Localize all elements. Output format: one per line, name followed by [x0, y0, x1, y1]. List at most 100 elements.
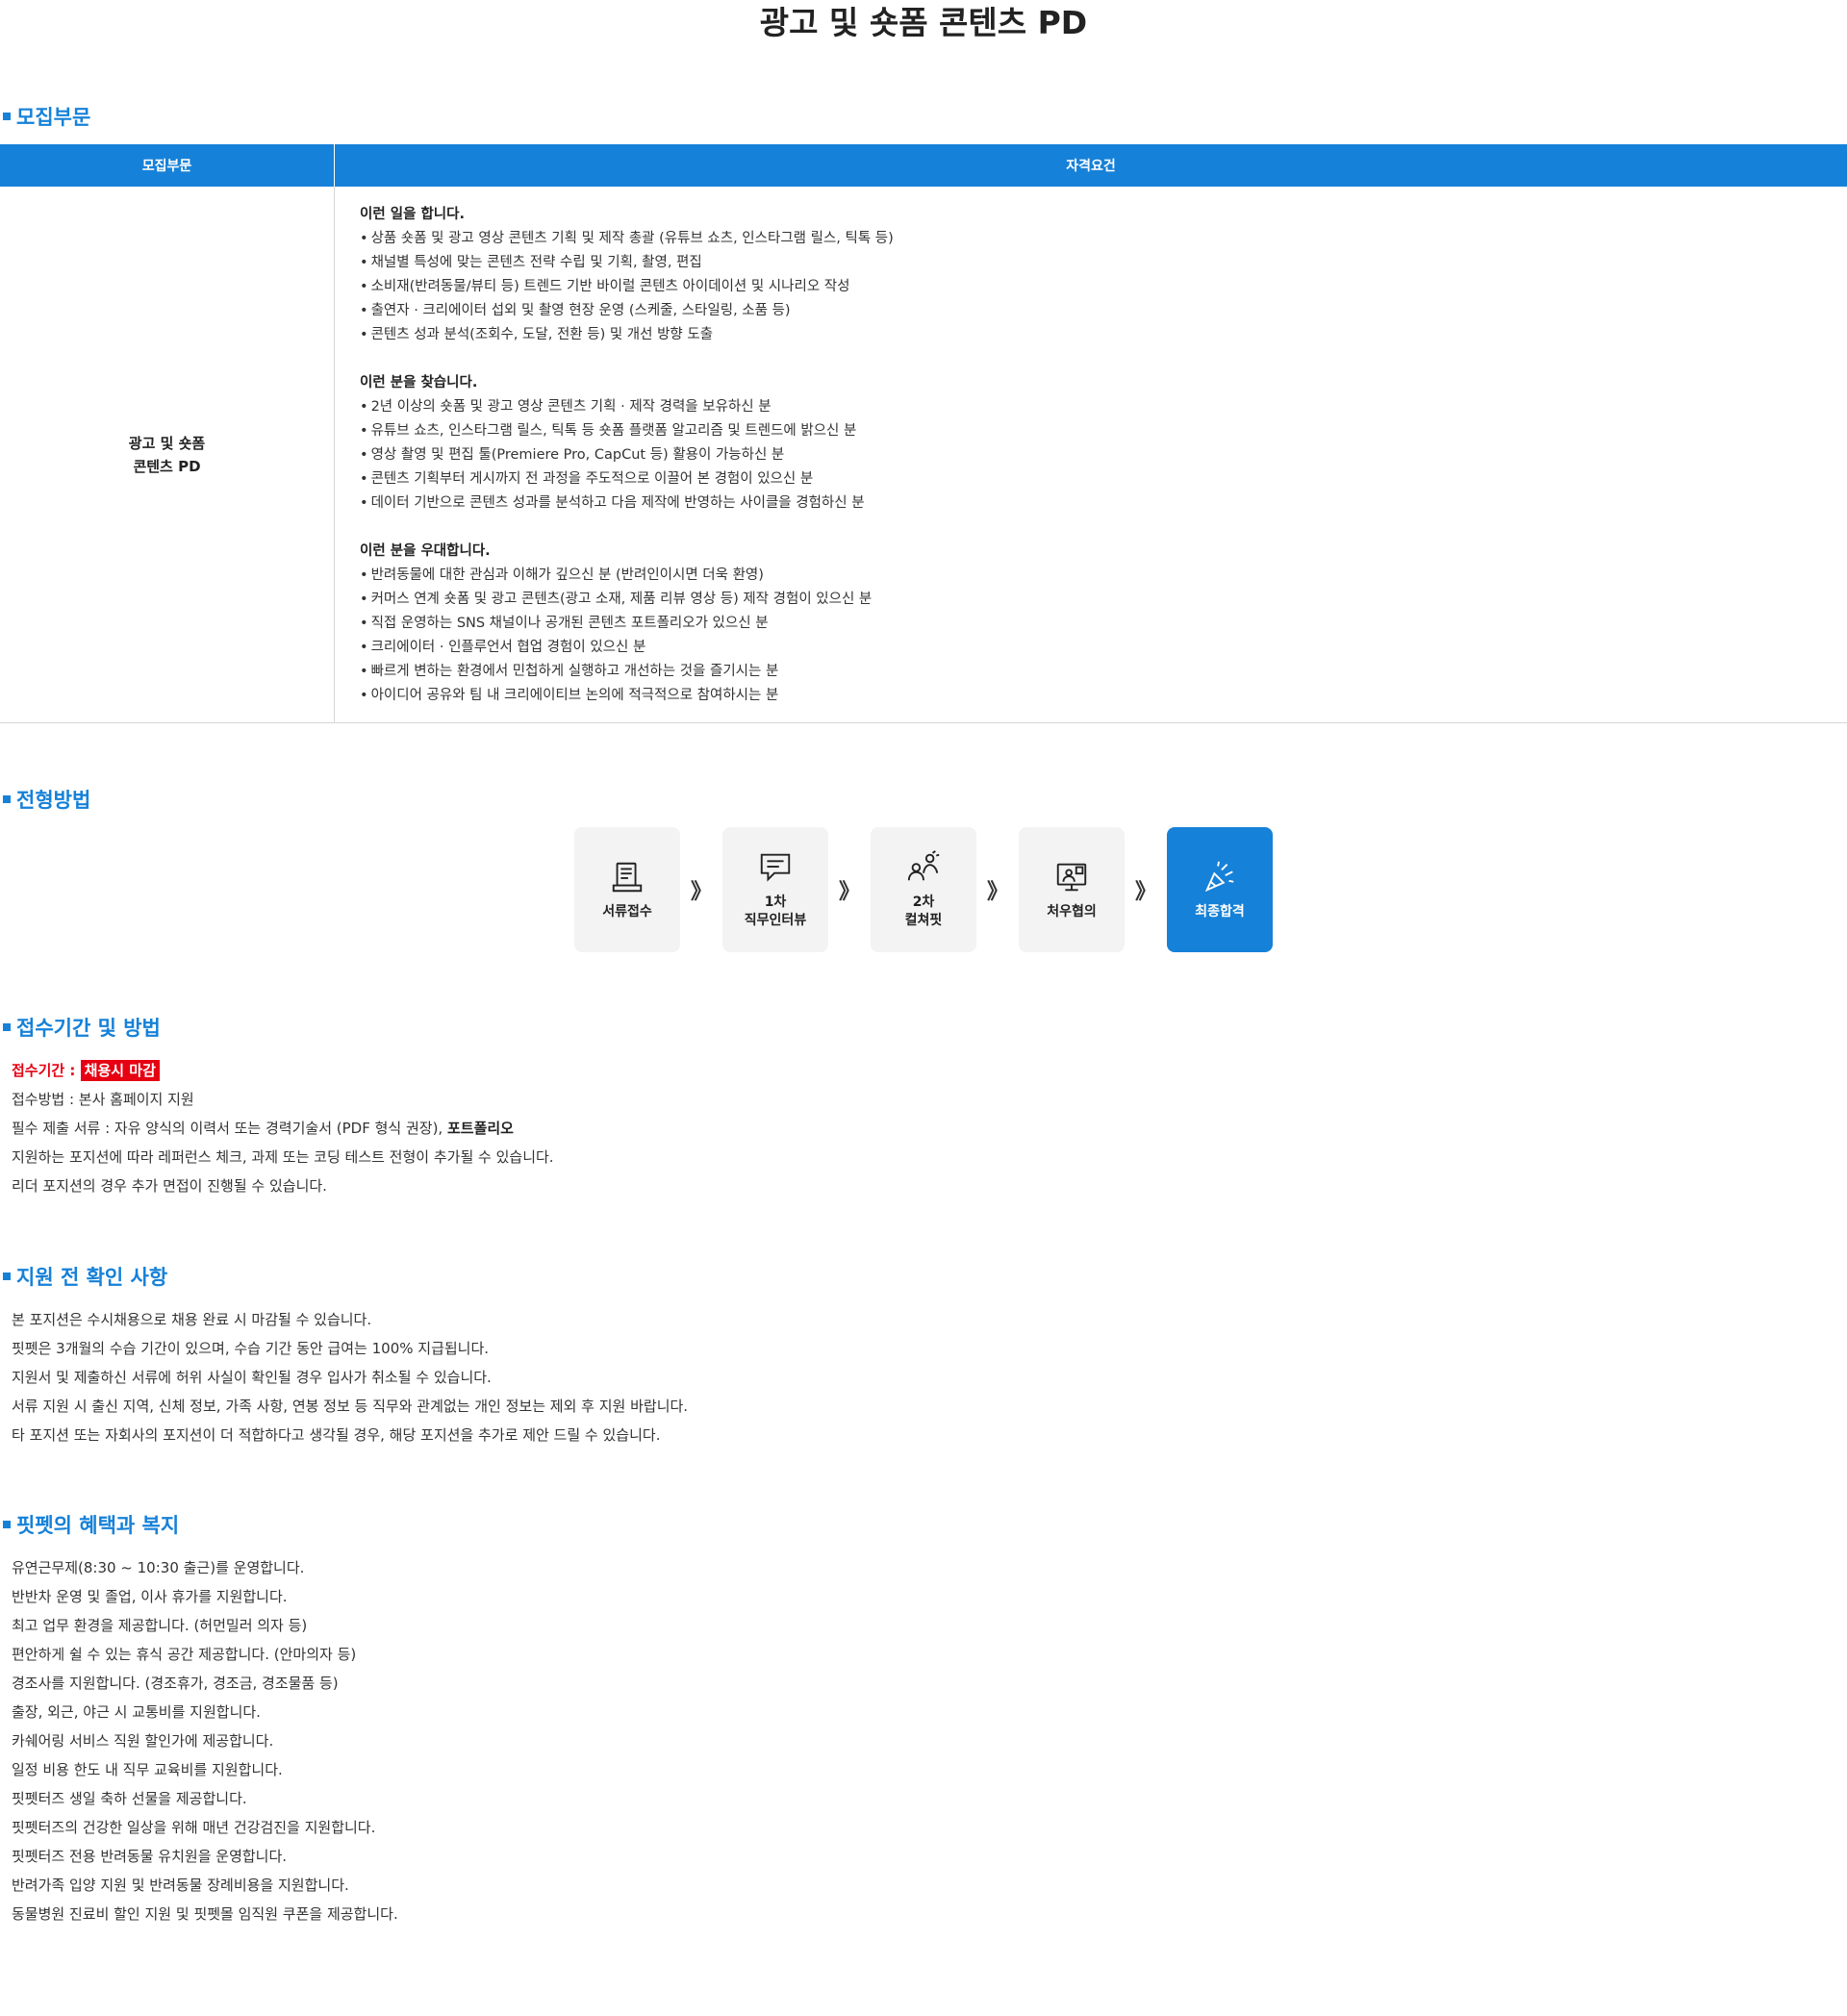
list-item: 직접 운영하는 SNS 채널이나 공개된 콘텐츠 포트폴리오가 있으신 분 — [360, 612, 1846, 636]
list-item: 소비재(반려동물/뷰티 등) 트렌드 기반 바이럴 콘텐츠 아이데이션 및 시나… — [360, 275, 1846, 299]
section-bullet-icon — [3, 1273, 11, 1280]
list-item: 콘텐츠 기획부터 게시까지 전 과정을 주도적으로 이끌어 본 경험이 있으신 … — [360, 467, 1846, 491]
step-interview: 1차 직무인터뷰 — [722, 827, 828, 952]
requirement-group: 이런 일을 합니다. 상품 숏폼 및 광고 영상 콘텐츠 기획 및 제작 총괄 (… — [360, 203, 1846, 347]
status-badge: 채용시 마감 — [80, 1060, 160, 1081]
list-item: 출연자 · 크리에이터 섭외 및 촬영 현장 운영 (스케줄, 스타일링, 소품… — [360, 299, 1846, 323]
list-item: 편안하게 쉴 수 있는 휴식 공간 제공합니다. (안마의자 등) — [12, 1646, 357, 1663]
section-title-notice: 지원 전 확인 사항 — [0, 1262, 167, 1291]
table-row: 광고 및 숏폼 콘텐츠 PD 이런 일을 합니다. 상품 숏폼 및 광고 영상 콘… — [0, 187, 1847, 723]
apply-info: 접수기간 : 채용시 마감 접수방법 : 본사 홈페이지 지원 필수 제출 서류… — [12, 1056, 554, 1200]
celebration-icon — [1204, 861, 1234, 892]
process-steps: 서류접수 》 1차 직무인터뷰 》 2차 컬쳐핏 》 처우협의 》 최종합격 — [574, 827, 1273, 952]
benefit-list: 유연근무제(8:30 ~ 10:30 출근)를 운영합니다. 반반차 운영 및 졸… — [12, 1553, 398, 1928]
step-label: 서류접수 — [602, 903, 652, 920]
list-item: 2년 이상의 숏폼 및 광고 영상 콘텐츠 기획 · 제작 경력을 보유하신 분 — [360, 395, 1846, 419]
notice-list: 본 포지션은 수시채용으로 채용 완료 시 마감될 수 있습니다. 핏펫은 3개월… — [12, 1305, 688, 1449]
position-name-line2: 콘텐츠 PD — [133, 457, 201, 475]
apply-documents: 필수 제출 서류 : 자유 양식의 이력서 또는 경력기술서 (PDF 형식 권… — [12, 1114, 554, 1143]
step-negotiation: 처우협의 — [1019, 827, 1125, 952]
document-icon — [612, 862, 643, 892]
list-item: 지원서 및 제출하신 서류에 허위 사실이 확인될 경우 입사가 취소될 수 있… — [12, 1369, 492, 1386]
requirement-group-title: 이런 분을 찾습니다. — [360, 375, 478, 391]
section-title-apply: 접수기간 및 방법 — [0, 1013, 161, 1042]
step-document: 서류접수 — [574, 827, 680, 952]
apply-documents-portfolio: 포트폴리오 — [446, 1120, 514, 1137]
list-item: 영상 촬영 및 편집 툴(Premiere Pro, CapCut 등) 활용이… — [360, 443, 1846, 467]
list-item: 카쉐어링 서비스 직원 할인가에 제공합니다. — [12, 1732, 274, 1750]
step-label: 2차 — [912, 895, 935, 910]
list-item: 반반차 운영 및 졸업, 이사 휴가를 지원합니다. — [12, 1588, 288, 1605]
list-item: 커머스 연계 숏폼 및 광고 콘텐츠(광고 소재, 제품 리뷰 영상 등) 제작… — [360, 588, 1846, 612]
section-title-recruit: 모집부문 — [0, 102, 90, 131]
column-header-position: 모집부문 — [0, 144, 335, 187]
people-icon — [907, 850, 940, 881]
list-item: 크리에이터 · 인플루언서 협업 경험이 있으신 분 — [360, 636, 1846, 660]
section-bullet-icon — [3, 1023, 11, 1031]
list-item: 일정 비용 한도 내 직무 교육비를 지원합니다. — [12, 1761, 283, 1778]
section-title-text: 지원 전 확인 사항 — [16, 1266, 168, 1289]
section-bullet-icon — [3, 113, 11, 120]
list-item: 채널별 특성에 맞는 콘텐츠 전략 수립 및 기획, 촬영, 편집 — [360, 251, 1846, 275]
list-item: 콘텐츠 성과 분석(조회수, 도달, 전환 등) 및 개선 방향 도출 — [360, 323, 1846, 347]
monitor-person-icon — [1056, 863, 1087, 891]
recruit-table: 모집부문 자격요건 광고 및 숏폼 콘텐츠 PD 이런 일을 합니다. 상품 숏폼… — [0, 144, 1847, 723]
table-header-row: 모집부문 자격요건 — [0, 144, 1847, 187]
requirement-group-title: 이런 일을 합니다. — [360, 207, 465, 222]
requirement-group-title: 이런 분을 우대합니다. — [360, 543, 491, 559]
section-title-text: 접수기간 및 방법 — [16, 1017, 161, 1040]
section-title-text: 모집부문 — [16, 106, 91, 129]
step-label: 처우협의 — [1047, 903, 1097, 920]
column-header-requirements: 자격요건 — [334, 144, 1847, 187]
step-arrow: 》 — [986, 880, 1008, 904]
list-item: 데이터 기반으로 콘텐츠 성과를 분석하고 다음 제작에 반영하는 사이클을 경… — [360, 491, 1846, 516]
list-item: 핏펫은 3개월의 수습 기간이 있으며, 수습 기간 동안 급여는 100% 지… — [12, 1340, 490, 1357]
list-item: 반려가족 입양 지원 및 반려동물 장례비용을 지원합니다. — [12, 1877, 349, 1894]
list-item: 최고 업무 환경을 제공합니다. (허먼밀러 의자 등) — [12, 1617, 308, 1634]
requirements-cell: 이런 일을 합니다. 상품 숏폼 및 광고 영상 콘텐츠 기획 및 제작 총괄 (… — [334, 187, 1847, 723]
apply-period: 접수기간 : 채용시 마감 — [12, 1056, 554, 1085]
step-label: 컬쳐핏 — [904, 913, 943, 928]
section-title-text: 전형방법 — [16, 789, 91, 812]
step-arrow: 》 — [838, 880, 860, 904]
list-item: 반려동물에 대한 관심과 이해가 깊으신 분 (반려인이시면 더욱 환영) — [360, 564, 1846, 588]
section-title-process: 전형방법 — [0, 785, 90, 814]
list-item: 빠르게 변하는 환경에서 민첩하게 실행하고 개선하는 것을 즐기시는 분 — [360, 660, 1846, 684]
requirements-list: 이런 일을 합니다. 상품 숏폼 및 광고 영상 콘텐츠 기획 및 제작 총괄 (… — [336, 188, 1846, 721]
position-cell: 광고 및 숏폼 콘텐츠 PD — [0, 187, 335, 723]
chat-icon — [760, 853, 791, 882]
list-item: 서류 지원 시 출신 지역, 신체 정보, 가족 사항, 연봉 정보 등 직무와… — [12, 1398, 689, 1415]
list-item: 유튜브 쇼츠, 인스타그램 릴스, 틱톡 등 숏폼 플랫폼 알고리즘 및 트렌드… — [360, 419, 1846, 443]
page-title: 광고 및 숏폼 콘텐츠 PD — [759, 4, 1088, 41]
list-item: 유연근무제(8:30 ~ 10:30 출근)를 운영합니다. — [12, 1559, 305, 1576]
list-item: 동물병원 진료비 할인 지원 및 핏펫몰 임직원 쿠폰을 제공합니다. — [12, 1905, 398, 1923]
list-item: 핏펫터즈의 건강한 일상을 위해 매년 건강검진을 지원합니다. — [12, 1819, 376, 1836]
list-item: 핏펫터즈 생일 축하 선물을 제공합니다. — [12, 1790, 247, 1807]
apply-period-label: 접수기간 : — [12, 1062, 81, 1079]
requirement-group: 이런 분을 찾습니다. 2년 이상의 숏폼 및 광고 영상 콘텐츠 기획 · 제작… — [360, 371, 1846, 516]
list-item: 상품 숏폼 및 광고 영상 콘텐츠 기획 및 제작 총괄 (유튜브 쇼츠, 인스… — [360, 227, 1846, 251]
section-bullet-icon — [3, 1521, 11, 1528]
step-arrow: 》 — [690, 880, 712, 904]
requirement-group: 이런 분을 우대합니다. 반려동물에 대한 관심과 이해가 깊으신 분 (반려인이… — [360, 540, 1846, 708]
apply-documents-text: 필수 제출 서류 : 자유 양식의 이력서 또는 경력기술서 (PDF 형식 권… — [12, 1120, 447, 1137]
list-item: 타 포지션 또는 자회사의 포지션이 더 적합하다고 생각될 경우, 해당 포지… — [12, 1426, 661, 1444]
list-item: 본 포지션은 수시채용으로 채용 완료 시 마감될 수 있습니다. — [12, 1311, 372, 1328]
list-item: 핏펫터즈 전용 반려동물 유치원을 운영합니다. — [12, 1848, 288, 1865]
list-item: 아이디어 공유와 팀 내 크리에이티브 논의에 적극적으로 참여하시는 분 — [360, 684, 1846, 708]
step-label: 1차 — [764, 895, 787, 910]
section-bullet-icon — [3, 795, 11, 803]
apply-extra-note: 리더 포지션의 경우 추가 면접이 진행될 수 있습니다. — [12, 1177, 327, 1195]
list-item: 경조사를 지원합니다. (경조휴가, 경조금, 경조물품 등) — [12, 1675, 339, 1692]
list-item: 출장, 외근, 야근 시 교통비를 지원합니다. — [12, 1703, 261, 1721]
position-name-line1: 광고 및 숏폼 — [128, 434, 206, 452]
section-title-text: 핏펫의 혜택과 복지 — [16, 1514, 180, 1537]
step-arrow: 》 — [1134, 880, 1156, 904]
step-label: 최종합격 — [1195, 903, 1245, 920]
step-final: 최종합격 — [1167, 827, 1273, 952]
apply-extra-note: 지원하는 포지션에 따라 레퍼런스 체크, 과제 또는 코딩 테스트 전형이 추… — [12, 1148, 554, 1166]
apply-method: 접수방법 : 본사 홈페이지 지원 — [12, 1091, 194, 1108]
step-culture-fit: 2차 컬쳐핏 — [871, 827, 976, 952]
section-title-benefits: 핏펫의 혜택과 복지 — [0, 1510, 179, 1539]
step-label: 직무인터뷰 — [744, 913, 807, 928]
